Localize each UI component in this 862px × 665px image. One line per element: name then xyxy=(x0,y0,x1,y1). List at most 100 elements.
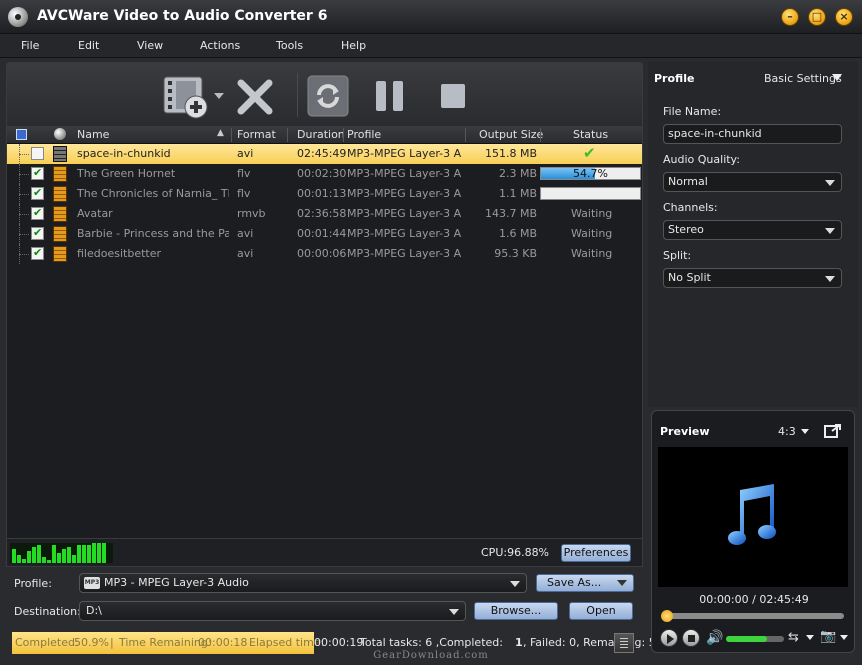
destination-label: Destination: xyxy=(14,605,81,618)
destination-value: D:\ xyxy=(86,604,102,617)
table-row[interactable]: The Chronicles of Narnia_ The... flv 00:… xyxy=(7,184,642,204)
audio-quality-value: Normal xyxy=(668,175,708,188)
cpu-graph xyxy=(10,543,113,563)
table-row[interactable]: Barbie - Princess and the Pau... avi 00:… xyxy=(7,224,642,244)
stop-button[interactable] xyxy=(682,629,700,647)
row-checkbox[interactable] xyxy=(31,186,44,200)
maximize-button[interactable]: □ xyxy=(808,8,826,26)
destination-input[interactable]: D:\ xyxy=(79,601,466,621)
col-output-size[interactable]: Output Size xyxy=(479,128,543,141)
dropdown-arrow-icon xyxy=(510,581,520,587)
seek-bar[interactable] xyxy=(661,610,844,622)
chevron-down-icon[interactable] xyxy=(806,635,814,640)
minimize-button[interactable]: – xyxy=(781,8,799,26)
col-format[interactable]: Format xyxy=(237,128,276,141)
row-profile: MP3-MPEG Layer-3 A... xyxy=(347,147,462,160)
row-progress xyxy=(540,187,641,200)
browse-button[interactable]: Browse... xyxy=(474,602,558,620)
chevron-down-icon[interactable] xyxy=(832,74,842,81)
elapsed-label: Elapsed time: xyxy=(249,636,325,649)
snapshot-mode-icon[interactable]: ⇆ xyxy=(788,630,799,645)
profile-label: Profile: xyxy=(14,577,52,590)
row-checkbox[interactable] xyxy=(31,166,44,180)
add-file-icon[interactable] xyxy=(162,73,228,119)
save-as-button[interactable]: Save As... xyxy=(536,574,634,592)
col-duration[interactable]: Duration xyxy=(297,128,345,141)
task-list: space-in-chunkid avi 02:45:49 MP3-MPEG L… xyxy=(7,144,642,534)
menu-edit[interactable]: Edit xyxy=(78,39,99,52)
table-row[interactable]: Avatar rmvb 02:36:58 MP3-MPEG Layer-3 A.… xyxy=(7,204,642,224)
file-name-input[interactable]: space-in-chunkid xyxy=(663,124,842,144)
dropdown-arrow-icon xyxy=(825,228,835,234)
menu-tools[interactable]: Tools xyxy=(276,39,303,52)
table-row[interactable]: The Green Hornet flv 00:02:30 MP3-MPEG L… xyxy=(7,164,642,184)
close-icon: × xyxy=(839,10,849,23)
row-duration: 02:45:49 xyxy=(297,147,347,160)
toolbar-separator xyxy=(297,73,298,117)
pause-icon[interactable] xyxy=(373,78,407,114)
dropdown-arrow-icon xyxy=(825,276,835,282)
completed-count: 1 xyxy=(515,636,523,649)
maximize-icon: □ xyxy=(811,10,823,23)
video-file-icon xyxy=(53,206,67,222)
menu-bar: File Edit View Actions Tools Help xyxy=(0,34,862,58)
cpu-graph-bar xyxy=(32,547,36,563)
cpu-graph-bar xyxy=(72,555,76,563)
row-duration: 00:00:06 xyxy=(297,247,347,260)
col-status[interactable]: Status xyxy=(573,128,608,141)
table-row[interactable]: space-in-chunkid avi 02:45:49 MP3-MPEG L… xyxy=(7,144,642,164)
volume-icon[interactable]: 🔊 xyxy=(706,630,723,646)
cpu-usage: CPU:96.88% xyxy=(481,546,550,559)
external-window-icon[interactable] xyxy=(824,423,842,439)
col-profile[interactable]: Profile xyxy=(347,128,381,141)
film-icon xyxy=(53,146,67,162)
channels-select[interactable]: Stereo xyxy=(663,220,842,240)
chevron-down-icon[interactable] xyxy=(840,635,848,640)
row-name: The Green Hornet xyxy=(77,167,176,180)
column-divider xyxy=(540,128,541,142)
table-row[interactable]: filedoesitbetter avi 00:00:06 MP3-MPEG L… xyxy=(7,244,642,264)
cpu-graph-bar xyxy=(102,543,106,563)
menu-view[interactable]: View xyxy=(137,39,163,52)
chevron-down-icon[interactable] xyxy=(801,429,809,434)
convert-icon[interactable] xyxy=(307,75,349,117)
row-progress-text: 54.7% xyxy=(573,167,608,180)
camera-icon[interactable]: 📷 xyxy=(820,629,836,644)
row-name: space-in-chunkid xyxy=(77,147,171,160)
basic-settings-dropdown[interactable]: Basic Settings xyxy=(764,72,842,85)
tasks-remaining: , Failed: 0, Remaining: 5 xyxy=(523,636,656,649)
col-name[interactable]: Name xyxy=(77,128,109,141)
seek-handle[interactable] xyxy=(661,610,673,622)
column-divider xyxy=(343,128,344,142)
stop-icon[interactable] xyxy=(438,81,468,111)
row-progress: 54.7% xyxy=(540,167,641,180)
column-divider xyxy=(231,128,232,142)
select-all-checkbox[interactable] xyxy=(16,129,27,140)
menu-help[interactable]: Help xyxy=(341,39,366,52)
open-button[interactable]: Open xyxy=(569,602,633,620)
audio-quality-select[interactable]: Normal xyxy=(663,172,842,192)
profile-value: MP3 - MPEG Layer-3 Audio xyxy=(104,576,249,589)
aspect-ratio-dropdown[interactable]: 4:3 xyxy=(778,425,796,438)
tasks-summary: Total tasks: 6 ,Completed: xyxy=(360,636,503,649)
play-button[interactable] xyxy=(660,629,678,647)
row-checkbox[interactable] xyxy=(31,206,44,220)
row-output-size: 1.1 MB xyxy=(498,187,537,200)
playback-time: 00:00:00 / 02:45:49 xyxy=(699,593,809,606)
delete-icon[interactable] xyxy=(235,77,275,117)
split-select[interactable]: No Split xyxy=(663,268,842,288)
row-format: avi xyxy=(237,247,254,260)
row-checkbox[interactable] xyxy=(31,226,44,240)
done-check-icon: ✔ xyxy=(583,144,596,162)
row-checkbox[interactable] xyxy=(31,246,44,260)
video-file-icon xyxy=(53,246,67,262)
profile-select[interactable]: MP3 MP3 - MPEG Layer-3 Audio xyxy=(79,573,527,593)
menu-actions[interactable]: Actions xyxy=(200,39,240,52)
menu-file[interactable]: File xyxy=(21,39,39,52)
row-checkbox[interactable] xyxy=(31,147,44,160)
volume-slider[interactable] xyxy=(726,636,784,642)
close-button[interactable]: × xyxy=(835,8,853,26)
toolbar xyxy=(7,63,642,126)
tree-line xyxy=(19,174,29,175)
preferences-button[interactable]: Preferences xyxy=(561,544,631,562)
